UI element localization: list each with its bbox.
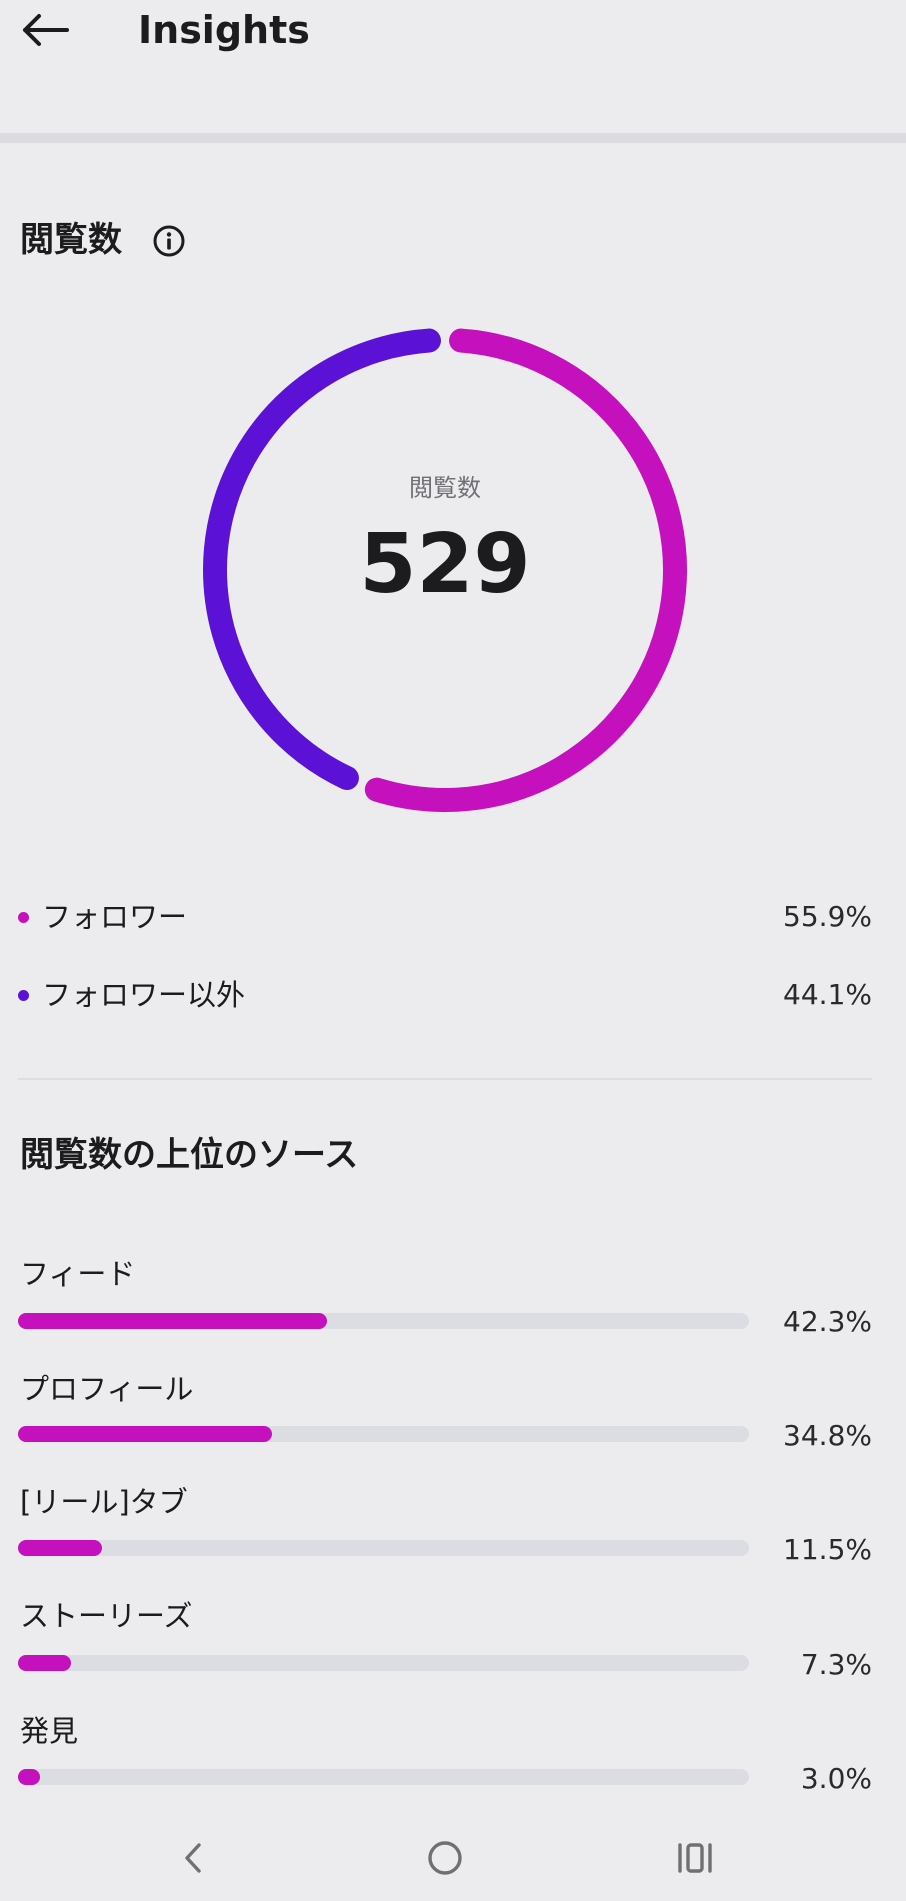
source-label: ストーリーズ — [20, 1599, 193, 1633]
legend-value: 44.1% — [783, 978, 872, 1011]
source-value: 42.3% — [783, 1305, 872, 1338]
legend-value: 55.9% — [783, 900, 872, 933]
legend-dot — [18, 990, 29, 1001]
source-bar-fill — [18, 1769, 40, 1785]
source-bar-track — [18, 1769, 749, 1785]
source-bar-track — [18, 1426, 749, 1442]
nav-home-icon — [428, 1841, 462, 1875]
source-bar-fill — [18, 1540, 103, 1556]
source-value: 34.8% — [783, 1419, 872, 1452]
source-bar-track — [18, 1540, 749, 1556]
source-value: 7.3% — [800, 1648, 872, 1681]
source-label: 発見 — [20, 1714, 79, 1748]
source-value: 11.5% — [783, 1533, 872, 1566]
nav-home-button[interactable] — [410, 1828, 480, 1888]
nav-recents-icon — [678, 1843, 712, 1873]
source-bar-fill — [18, 1655, 72, 1671]
views-section-title: 閲覧数 — [20, 220, 122, 260]
nav-back-button[interactable] — [158, 1828, 228, 1888]
source-bar-fill — [18, 1426, 273, 1442]
source-value: 3.0% — [800, 1762, 872, 1795]
source-bar-fill — [18, 1313, 328, 1329]
page-title: Insights — [138, 8, 310, 52]
legend-dot — [18, 912, 29, 923]
arrow-left-icon — [23, 14, 69, 46]
source-label: [リール]タブ — [20, 1485, 188, 1519]
back-button[interactable] — [20, 8, 70, 52]
legend-item-followers: フォロワー 55.9% — [18, 897, 872, 937]
header-divider — [0, 133, 906, 143]
source-label: フィード — [20, 1257, 136, 1291]
nav-recents-button[interactable] — [660, 1828, 730, 1888]
legend-label: フォロワー以外 — [42, 978, 246, 1012]
donut-center-label: 閲覧数 — [409, 474, 481, 502]
source-bar-track — [18, 1655, 749, 1671]
legend-item-non-followers: フォロワー以外 44.1% — [18, 975, 872, 1015]
nav-back-icon — [185, 1843, 201, 1873]
section-divider — [18, 1078, 872, 1080]
system-navigation-bar — [0, 1820, 906, 1901]
source-bar-track — [18, 1313, 749, 1329]
info-icon[interactable] — [152, 224, 186, 258]
views-total-value: 529 — [359, 517, 531, 612]
app-header: Insights — [0, 0, 906, 135]
top-sources-title: 閲覧数の上位のソース — [20, 1135, 359, 1175]
source-label: プロフィール — [20, 1372, 194, 1406]
legend-label: フォロワー — [42, 900, 188, 934]
